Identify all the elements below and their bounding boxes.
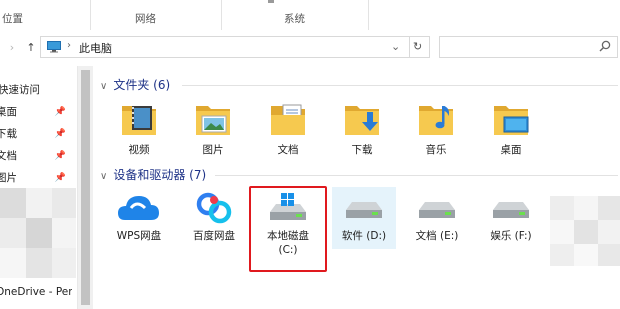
- nav-item-label: OneDrive - Personal: [0, 286, 72, 298]
- folder-tile-music[interactable]: 音乐: [401, 98, 471, 157]
- nav-item-quick-access[interactable]: 快速访问: [0, 80, 74, 100]
- pin-icon[interactable]: 📌: [55, 102, 66, 122]
- folder-label: 文档: [277, 144, 299, 156]
- nav-scrollbar[interactable]: [77, 66, 93, 309]
- nav-item-pictures[interactable]: 图片 📌: [0, 168, 72, 188]
- nav-item-onedrive[interactable]: OneDrive - Personal: [0, 282, 72, 302]
- breadcrumb-this-pc[interactable]: 此电脑: [79, 40, 112, 56]
- desktop-folder-icon: [494, 106, 529, 135]
- device-label: 文档 (E:): [415, 230, 459, 242]
- computer-icon: [47, 41, 61, 56]
- device-label: 百度网盘: [193, 230, 235, 242]
- search-box[interactable]: [439, 36, 618, 58]
- video-folder-icon: [122, 106, 156, 135]
- device-tile-documents-e[interactable]: 文档 (E:): [402, 190, 472, 243]
- documents-folder-icon: [271, 104, 305, 135]
- section-header-folders[interactable]: ∨ 文件夹 (6): [100, 76, 170, 93]
- forward-button[interactable]: ›: [6, 39, 18, 57]
- navigation-pane: 快速访问 桌面 📌 下载 📌 文档 📌 图片 📌 OneDrive - Pers…: [0, 66, 76, 309]
- nav-item-downloads[interactable]: 下载 📌: [0, 124, 72, 144]
- device-label: WPS网盘: [116, 230, 162, 242]
- divider: [182, 85, 618, 86]
- pin-icon[interactable]: 📌: [55, 146, 66, 166]
- section-title: 文件夹 (6): [113, 78, 171, 92]
- nav-item-desktop[interactable]: 桌面 📌: [0, 102, 72, 122]
- folder-tile-pictures[interactable]: 图片: [178, 98, 248, 157]
- ribbon-group-label: 系统: [284, 13, 305, 25]
- address-dropdown-button[interactable]: ⌄: [391, 40, 400, 53]
- section-header-devices[interactable]: ∨ 设备和驱动器 (7): [100, 166, 206, 183]
- ribbon-group-location: 位置: [0, 0, 91, 30]
- device-label: 娱乐 (F:): [490, 230, 532, 242]
- scrollbar-thumb[interactable]: [81, 70, 90, 305]
- nav-item-label: 文档: [0, 150, 17, 162]
- device-label: 本地磁盘: [267, 230, 309, 242]
- nav-item-label: 快速访问: [0, 84, 40, 96]
- folder-label: 视频: [128, 144, 150, 156]
- folder-label: 桌面: [500, 144, 522, 156]
- refresh-button[interactable]: ↻: [413, 40, 422, 53]
- blurred-region: [0, 188, 76, 278]
- chevron-down-icon[interactable]: ∨: [100, 81, 107, 92]
- device-label: 软件 (D:): [341, 230, 387, 242]
- pin-icon[interactable]: 📌: [55, 124, 66, 144]
- chevron-down-icon[interactable]: ∨: [100, 171, 107, 182]
- folder-tile-desktop[interactable]: 桌面: [476, 98, 546, 157]
- device-tile-baidu[interactable]: 百度网盘: [179, 190, 249, 243]
- device-tile-entertainment-f[interactable]: 娱乐 (F:): [476, 190, 546, 243]
- nav-item-label: 图片: [0, 172, 17, 184]
- windows-drive-icon: [270, 193, 306, 220]
- address-row: › ↑ › 此电脑 ⌄ ↻: [0, 30, 620, 66]
- wps-cloud-icon: [118, 196, 159, 220]
- device-tile-local-disk-c[interactable]: 本地磁盘 (C:): [253, 190, 323, 257]
- drive-icon: [346, 202, 382, 218]
- pictures-folder-icon: [196, 106, 230, 135]
- ribbon-group-label: 位置: [2, 13, 23, 25]
- ribbon-group-label: 网络: [135, 13, 156, 25]
- section-title: 设备和驱动器 (7): [113, 168, 207, 182]
- folder-tile-videos[interactable]: 视频: [104, 98, 174, 157]
- device-tile-software-d[interactable]: 软件 (D:): [329, 190, 399, 243]
- device-tile-wps[interactable]: WPS网盘: [104, 190, 174, 243]
- folder-tile-documents[interactable]: 文档: [253, 98, 323, 157]
- folder-label: 下载: [351, 144, 373, 156]
- search-icon[interactable]: [599, 40, 611, 55]
- breadcrumb-separator: ›: [67, 40, 71, 51]
- ribbon-item-icon: [268, 0, 274, 3]
- ribbon-group-network: 网络: [91, 0, 222, 30]
- baidu-netdisk-icon: [196, 192, 232, 224]
- address-bar[interactable]: › 此电脑 ⌄ ↻: [40, 36, 430, 58]
- music-folder-icon: [419, 106, 453, 135]
- nav-item-documents[interactable]: 文档 📌: [0, 146, 72, 166]
- nav-item-label: 桌面: [0, 106, 17, 118]
- device-label-letter: (C:): [278, 244, 298, 256]
- folder-label: 图片: [202, 144, 224, 156]
- ribbon: 位置 网络 系统: [0, 0, 620, 31]
- blurred-device-tile: [550, 196, 620, 266]
- drive-icon: [419, 202, 455, 218]
- drive-icon: [493, 202, 529, 218]
- downloads-folder-icon: [345, 106, 379, 135]
- pin-icon[interactable]: 📌: [55, 168, 66, 188]
- ribbon-group-system: 系统: [222, 0, 369, 30]
- divider: [215, 175, 618, 176]
- up-button[interactable]: ↑: [24, 39, 38, 57]
- folder-tile-downloads[interactable]: 下载: [327, 98, 397, 157]
- nav-item-label: 下载: [0, 128, 17, 140]
- folder-label: 音乐: [425, 144, 447, 156]
